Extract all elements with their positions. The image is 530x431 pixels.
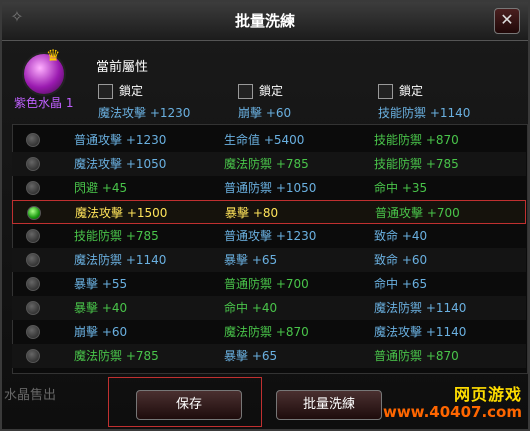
current-attr-2: 崩擊 +60 [238,106,292,120]
result-row[interactable]: 魔法防禦 +1140 暴擊 +65 致命 +60 [12,248,526,272]
current-attributes-label: 當前屬性 [96,60,149,75]
result-row-selected[interactable]: 魔法攻擊 +1500 暴擊 +80 普通攻擊 +700 [12,200,526,224]
current-attr-1: 魔法攻擊 +1230 [98,106,191,120]
batch-refine-window: ✧ 批量洗練 ✕ ♛ 紫色水晶 1 當前屬性 鎖定 鎖定 鎖定 魔法攻擊 +12… [0,0,530,431]
result-row[interactable]: 技能防禦 +785 普通攻擊 +1230 致命 +40 [12,224,526,248]
result-row[interactable]: 普通攻擊 +1230 生命值 +5400 技能防禦 +870 [12,128,526,152]
radio-selected-icon[interactable] [27,206,41,220]
watermark-logo: 网页游戏 www.40407.com [382,385,522,421]
result-row[interactable]: 暴擊 +55 普通防禦 +700 命中 +65 [12,272,526,296]
radio-icon[interactable] [26,229,40,243]
crystal-sell-label: 水晶售出 [4,388,57,403]
crystal-label: 紫色水晶 1 [14,96,74,110]
close-button[interactable]: ✕ [494,8,520,34]
crown-icon: ♛ [46,46,61,65]
batch-refine-button[interactable]: 批量洗練 [276,390,382,420]
radio-icon[interactable] [26,325,40,339]
window-title: 批量洗練 [234,12,295,30]
radio-icon[interactable] [26,181,40,195]
lock-toggle-1[interactable]: 鎖定 [98,82,143,99]
checkbox-icon[interactable] [378,84,393,99]
radio-icon[interactable] [26,133,40,147]
current-attr-3: 技能防禦 +1140 [378,106,471,120]
radio-icon[interactable] [26,349,40,363]
result-row[interactable]: 魔法攻擊 +1050 魔法防禦 +785 技能防禦 +785 [12,152,526,176]
checkbox-icon[interactable] [238,84,253,99]
lock-toggle-2[interactable]: 鎖定 [238,82,283,99]
save-button[interactable]: 保存 [136,390,242,420]
lock-toggle-3[interactable]: 鎖定 [378,82,423,99]
radio-icon[interactable] [26,277,40,291]
radio-icon[interactable] [26,157,40,171]
checkbox-icon[interactable] [98,84,113,99]
result-row[interactable]: 崩擊 +60 魔法防禦 +870 魔法攻擊 +1140 [12,320,526,344]
result-row[interactable]: 暴擊 +40 命中 +40 魔法防禦 +1140 [12,296,526,320]
title-bar: ✧ 批量洗練 ✕ [2,2,528,41]
radio-icon[interactable] [26,301,40,315]
result-row[interactable]: 閃避 +45 普通防禦 +1050 命中 +35 [12,176,526,200]
radio-icon[interactable] [26,253,40,267]
result-row[interactable]: 魔法防禦 +785 暴擊 +65 普通防禦 +870 [12,344,526,368]
